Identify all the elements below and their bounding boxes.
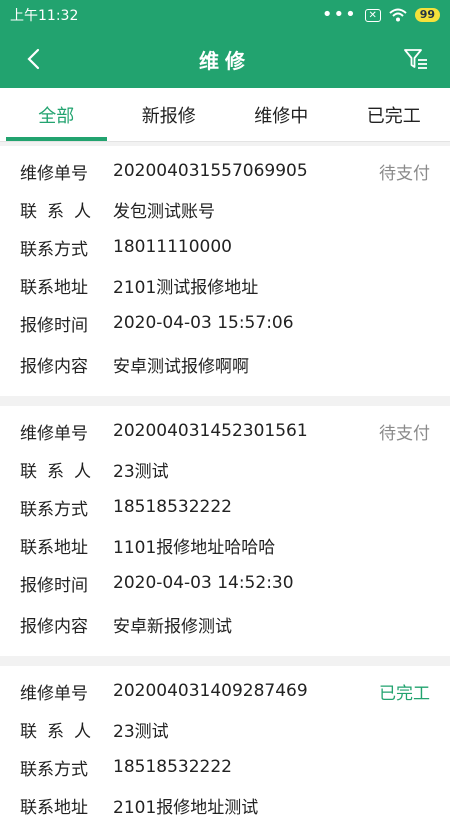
phone-value: 18518532222 — [113, 497, 430, 517]
tab-all[interactable]: 全部 — [0, 88, 113, 141]
battery-icon: 99 — [415, 8, 440, 22]
wifi-icon — [389, 8, 407, 22]
filter-button[interactable] — [398, 41, 434, 77]
contact-row: 联系人 23测试 — [20, 450, 430, 488]
status-badge: 待支付 — [379, 419, 430, 444]
app-bar: 维修 — [0, 30, 450, 88]
time-row: 报修时间 2020-04-03 15:57:06 — [20, 304, 430, 342]
status-badge: 待支付 — [379, 159, 430, 184]
time-label: 报修时间 — [20, 571, 113, 596]
order-no-row: 维修单号 202004031557069905 待支付 — [20, 152, 430, 190]
address-value: 2101测试报修地址 — [113, 273, 430, 298]
address-label: 联系地址 — [20, 273, 113, 298]
address-value: 2101报修地址测试 — [113, 793, 430, 818]
content-label: 报修内容 — [20, 352, 113, 377]
order-list: 维修单号 202004031557069905 待支付 联系人 发包测试账号 联… — [0, 142, 450, 834]
phone-value: 18011110000 — [113, 237, 430, 257]
address-row: 联系地址 2101测试报修地址 — [20, 266, 430, 304]
contact-label: 联系人 — [20, 457, 113, 482]
order-no-row: 维修单号 202004031452301561 待支付 — [20, 412, 430, 450]
contact-value: 23测试 — [113, 717, 430, 742]
page-title: 维修 — [199, 45, 251, 74]
order-card[interactable]: 维修单号 202004031409287469 已完工 联系人 23测试 联系方… — [0, 666, 450, 834]
contact-row: 联系人 发包测试账号 — [20, 190, 430, 228]
contact-label: 联系人 — [20, 717, 113, 742]
content-label: 报修内容 — [20, 612, 113, 637]
phone-label: 联系方式 — [20, 755, 113, 780]
status-icons: ••• ✕ 99 — [322, 8, 440, 22]
address-value: 1101报修地址哈哈哈 — [113, 533, 430, 558]
phone-row: 联系方式 18011110000 — [20, 228, 430, 266]
phone-label: 联系方式 — [20, 235, 113, 260]
tab-completed[interactable]: 已完工 — [338, 88, 450, 141]
status-time: 上午11:32 — [10, 5, 78, 25]
phone-label: 联系方式 — [20, 495, 113, 520]
order-no-value: 202004031452301561 — [113, 421, 379, 441]
chevron-left-icon — [26, 48, 42, 70]
order-no-label: 维修单号 — [20, 419, 113, 444]
back-button[interactable] — [16, 41, 52, 77]
contact-row: 联系人 23测试 — [20, 710, 430, 748]
tab-bar: 全部 新报修 维修中 已完工 — [0, 88, 450, 142]
contact-value: 23测试 — [113, 457, 430, 482]
content-row: 报修内容 安卓新报修测试 — [20, 602, 430, 646]
order-no-row: 维修单号 202004031409287469 已完工 — [20, 672, 430, 710]
order-no-value: 202004031409287469 — [113, 681, 379, 701]
order-no-label: 维修单号 — [20, 159, 113, 184]
notification-icon: ✕ — [365, 9, 381, 22]
contact-value: 发包测试账号 — [113, 197, 430, 222]
address-row: 联系地址 2101报修地址测试 — [20, 786, 430, 824]
filter-icon — [403, 47, 429, 71]
content-value: 安卓新报修测试 — [113, 612, 430, 637]
phone-row: 联系方式 18518532222 — [20, 488, 430, 526]
content-value: 安卓测试报修啊啊 — [113, 352, 430, 377]
address-label: 联系地址 — [20, 533, 113, 558]
order-card[interactable]: 维修单号 202004031557069905 待支付 联系人 发包测试账号 联… — [0, 146, 450, 396]
time-value: 2020-04-03 14:52:30 — [113, 573, 430, 593]
address-row: 联系地址 1101报修地址哈哈哈 — [20, 526, 430, 564]
phone-value: 18518532222 — [113, 757, 430, 777]
content-row: 报修内容 安卓测试报修啊啊 — [20, 342, 430, 386]
address-label: 联系地址 — [20, 793, 113, 818]
tab-in-progress[interactable]: 维修中 — [225, 88, 338, 141]
phone-row: 联系方式 18518532222 — [20, 748, 430, 786]
tab-new[interactable]: 新报修 — [113, 88, 226, 141]
more-dots-icon: ••• — [322, 10, 357, 20]
time-label: 报修时间 — [20, 311, 113, 336]
time-row: 报修时间 2020-04-03 14:52:30 — [20, 564, 430, 602]
status-bar: 上午11:32 ••• ✕ 99 — [0, 0, 450, 30]
order-no-label: 维修单号 — [20, 679, 113, 704]
order-no-value: 202004031557069905 — [113, 161, 379, 181]
order-card[interactable]: 维修单号 202004031452301561 待支付 联系人 23测试 联系方… — [0, 406, 450, 656]
time-value: 2020-04-03 15:57:06 — [113, 313, 430, 333]
status-badge: 已完工 — [379, 679, 430, 704]
contact-label: 联系人 — [20, 197, 113, 222]
